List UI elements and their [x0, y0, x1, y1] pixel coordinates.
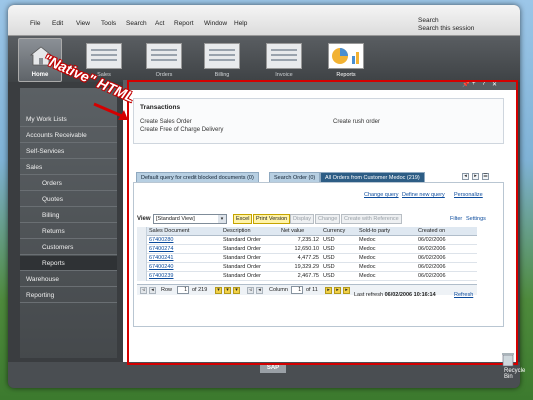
sap-logo: SAP — [260, 364, 286, 373]
nav-returns[interactable]: Returns — [20, 224, 117, 239]
nav-self-services[interactable]: Self-Services — [20, 144, 117, 159]
launch-label: Billing — [214, 72, 230, 78]
recycle-bin-label: Recycle Bin — [504, 368, 526, 380]
launch-label: Reports — [336, 72, 356, 78]
highlight-box — [127, 80, 518, 365]
left-navigation: My Work Lists Accounts Receivable Self-S… — [20, 88, 117, 358]
search-session-label: Search this session — [418, 25, 475, 32]
pie-chart-icon — [332, 48, 359, 64]
menu-edit[interactable]: Edit — [52, 20, 63, 27]
launch-orders[interactable]: Orders — [146, 43, 182, 78]
recycle-bin[interactable]: Recycle Bin — [500, 351, 530, 381]
nav-orders[interactable]: Orders — [20, 176, 117, 191]
nav-sales[interactable]: Sales — [20, 160, 117, 175]
menu-bar: File Edit View Tools Search Act Report W… — [8, 5, 520, 36]
nav-reporting[interactable]: Reporting — [20, 288, 117, 303]
menu-search[interactable]: Search — [126, 20, 147, 27]
launch-sales[interactable]: Sales — [86, 43, 122, 78]
launch-label: Orders — [155, 72, 173, 78]
search-hint[interactable]: Search Search this session — [418, 17, 474, 33]
nav-reports[interactable]: Reports — [20, 256, 117, 271]
menu-view[interactable]: View — [76, 20, 90, 27]
search-label: Search — [418, 17, 439, 24]
launch-label: Invoice — [275, 72, 293, 78]
menu-report[interactable]: Report — [174, 20, 194, 27]
nav-quotes[interactable]: Quotes — [20, 192, 117, 207]
home-label: Home — [31, 72, 49, 78]
menu-help[interactable]: Help — [234, 20, 247, 27]
menu-window[interactable]: Window — [204, 20, 227, 27]
launch-billing[interactable]: Billing — [204, 43, 240, 78]
menu-file[interactable]: File — [30, 20, 40, 27]
nav-accounts-receivable[interactable]: Accounts Receivable — [20, 128, 117, 143]
menu-act[interactable]: Act — [155, 20, 164, 27]
menu-tools[interactable]: Tools — [101, 20, 116, 27]
nav-billing[interactable]: Billing — [20, 208, 117, 223]
window-footer: SAP — [8, 362, 520, 388]
trash-icon — [502, 353, 514, 367]
nav-customers[interactable]: Customers — [20, 240, 117, 255]
launch-reports[interactable]: Reports — [328, 43, 364, 78]
nav-warehouse[interactable]: Warehouse — [20, 272, 117, 287]
launch-invoice[interactable]: Invoice — [266, 43, 302, 78]
